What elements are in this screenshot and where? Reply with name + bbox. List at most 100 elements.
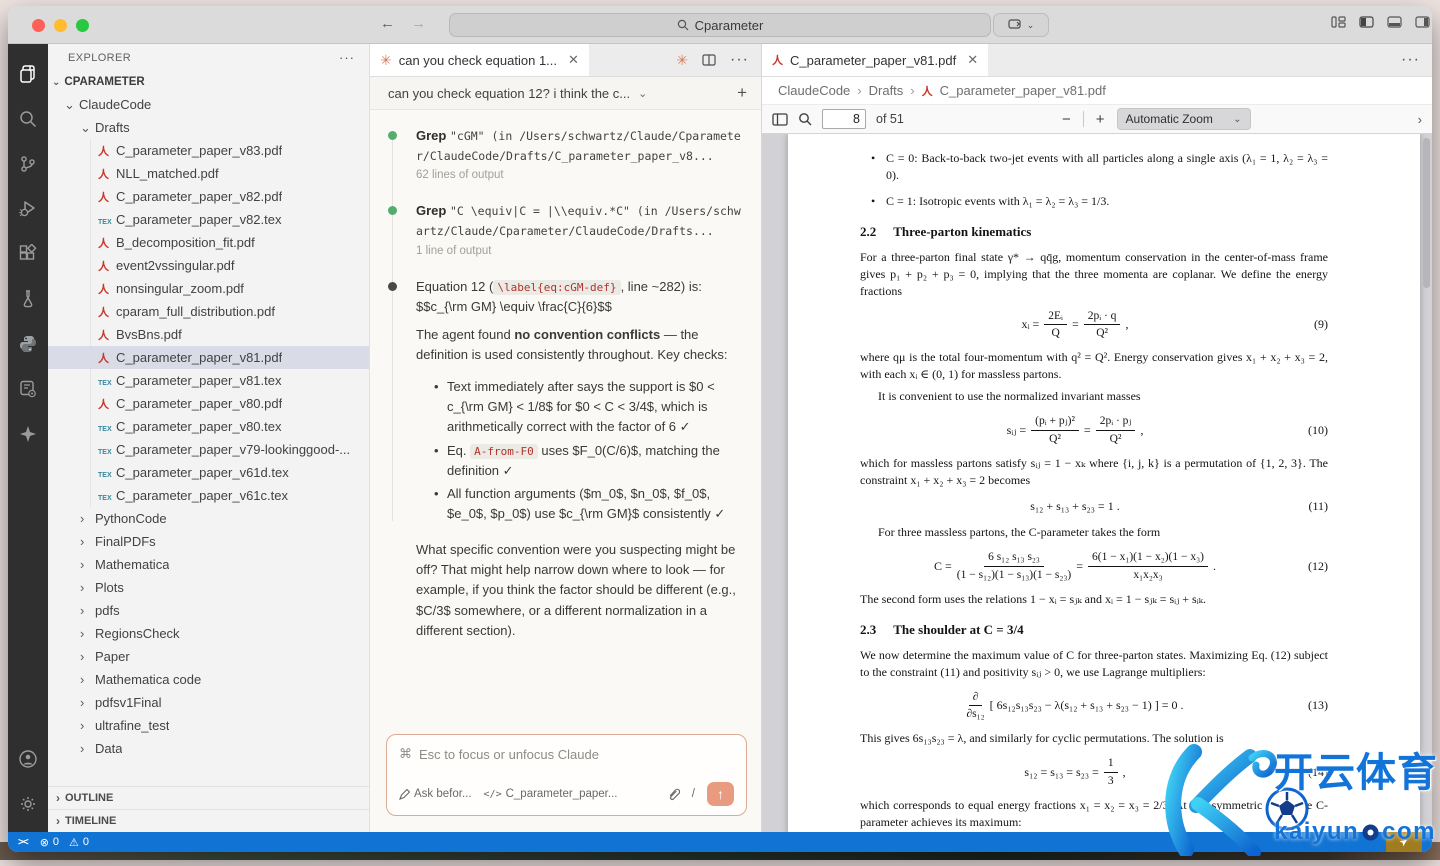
remote-indicator-icon[interactable]: >< [18, 837, 29, 848]
file-tree-row[interactable]: NLL_matched.pdf [48, 162, 369, 185]
context-file-button[interactable]: </> C_parameter_paper... [484, 788, 618, 800]
workspace-root-row[interactable]: ⌄ CPARAMETER [48, 71, 369, 93]
tool-call-item[interactable]: Grep "C \equiv|C = |\\equiv.*C" (in /Use… [388, 201, 745, 257]
file-tree-row[interactable]: pdfsv1Final [48, 691, 369, 714]
tool-status-dot-icon [388, 131, 397, 140]
file-tree-row[interactable]: BvsBns.pdf [48, 323, 369, 346]
zoom-out-button[interactable]: − [1062, 111, 1071, 128]
zoom-in-button[interactable]: + [1096, 111, 1105, 128]
toggle-primary-sidebar-icon[interactable] [1359, 16, 1374, 28]
run-debug-activity-icon[interactable] [8, 186, 48, 231]
pdf-line: which for massless partons satisfy sᵢⱼ =… [860, 455, 1328, 489]
file-tree-row[interactable]: C_parameter_paper_v80.pdf [48, 392, 369, 415]
minimize-traffic-light[interactable] [54, 19, 67, 32]
file-tree-row[interactable]: pdfs [48, 599, 369, 622]
more-actions-icon[interactable]: ··· [1401, 51, 1420, 69]
breadcrumb: ClaudeCode › Drafts › C_parameter_paper_… [762, 77, 1432, 104]
toggle-pdf-sidebar-icon[interactable] [772, 112, 788, 126]
file-tree-row[interactable]: ultrafine_test [48, 714, 369, 737]
close-traffic-light[interactable] [32, 19, 45, 32]
tool-args: "cGM" (in /Users/schwartz/Claude/Cparame… [416, 129, 741, 164]
new-conversation-button[interactable]: + [737, 83, 747, 103]
python-activity-icon[interactable] [8, 321, 48, 366]
customize-layout-icon[interactable] [1331, 16, 1346, 28]
chat-tab[interactable]: ✳ can you check equation 1... ✕ [370, 44, 589, 76]
file-tree-row[interactable]: Plots [48, 576, 369, 599]
close-icon[interactable]: ✕ [568, 52, 579, 68]
file-tree-row[interactable]: RegionsCheck [48, 622, 369, 645]
file-tree-row[interactable]: C_parameter_paper_v82.pdf [48, 185, 369, 208]
zoom-traffic-light[interactable] [76, 19, 89, 32]
file-tree-row[interactable]: C_parameter_paper_v81.pdf [48, 346, 369, 369]
explorer-more-actions-icon[interactable]: ··· [339, 50, 355, 65]
pdf-viewer-area[interactable]: C = 0: Back-to-back two-jet events with … [762, 134, 1432, 832]
pdf-scrollbar-thumb[interactable] [1423, 138, 1430, 288]
folder-chevron-icon [80, 672, 95, 687]
search-activity-icon[interactable] [8, 96, 48, 141]
file-tree-row[interactable]: Paper [48, 645, 369, 668]
file-name-label: BvsBns.pdf [116, 327, 182, 342]
pdf-line: For three massless partons, the C-parame… [860, 524, 1328, 541]
toggle-panel-icon[interactable] [1387, 16, 1402, 28]
file-tree-row[interactable]: nonsingular_zoom.pdf [48, 277, 369, 300]
command-center-search[interactable]: Cparameter [449, 13, 991, 37]
file-tree-row[interactable]: Drafts [48, 116, 369, 139]
file-tree-row[interactable]: B_decomposition_fit.pdf [48, 231, 369, 254]
file-name-label: cparam_full_distribution.pdf [116, 304, 275, 319]
file-tree-row[interactable]: ClaudeCode [48, 93, 369, 116]
outline-section-header[interactable]: › OUTLINE [48, 786, 369, 809]
file-tree-row[interactable]: C_parameter_paper_v80.tex [48, 415, 369, 438]
close-icon[interactable]: ✕ [967, 52, 978, 68]
claude-input-box[interactable]: ⌘ Esc to focus or unfocus Claude Ask bef… [386, 734, 747, 816]
file-tree-row[interactable]: event2vssingular.pdf [48, 254, 369, 277]
file-tree-row[interactable]: C_parameter_paper_v81.tex [48, 369, 369, 392]
file-type-icon [98, 258, 116, 274]
breadcrumb-item[interactable]: C_parameter_paper_v81.pdf [940, 83, 1106, 98]
file-tree-row[interactable]: C_parameter_paper_v61c.tex [48, 484, 369, 507]
account-icon[interactable] [8, 736, 48, 781]
file-tree-row[interactable]: C_parameter_paper_v83.pdf [48, 139, 369, 162]
page-number-input[interactable] [822, 109, 866, 129]
timeline-section-header[interactable]: › TIMELINE [48, 809, 369, 832]
file-tree-row[interactable]: cparam_full_distribution.pdf [48, 300, 369, 323]
split-editor-icon[interactable] [702, 54, 716, 66]
settings-gear-icon[interactable] [8, 781, 48, 826]
pdf-line: C = 6 s₁₂ s₁₃ s₂₃ (1 − s₁₂)(1 − s₁₃)(1 − s… [860, 550, 1328, 582]
chat-transcript[interactable]: Grep "cGM" (in /Users/schwartz/Claude/Cp… [370, 110, 761, 724]
file-tree-row[interactable]: C_parameter_paper_v61d.tex [48, 461, 369, 484]
permission-mode-button[interactable]: Ask befor... [399, 788, 472, 800]
file-tree-row[interactable]: PythonCode [48, 507, 369, 530]
explorer-activity-icon[interactable] [8, 51, 48, 96]
forward-button[interactable]: → [411, 15, 426, 32]
file-tree-row[interactable]: Mathematica [48, 553, 369, 576]
conversation-title[interactable]: can you check equation 12? i think the c… [388, 86, 630, 101]
check-text: Text immediately after says the support … [447, 379, 715, 435]
new-claude-chat-icon[interactable]: ✳ [676, 52, 688, 69]
more-actions-icon[interactable]: ··· [730, 51, 749, 69]
file-tree-row[interactable]: C_parameter_paper_v79-lookinggood-... [48, 438, 369, 461]
file-tree-row[interactable]: Data [48, 737, 369, 760]
breadcrumb-item[interactable]: Drafts [869, 83, 904, 98]
source-control-activity-icon[interactable] [8, 141, 48, 186]
file-tree-row[interactable]: FinalPDFs [48, 530, 369, 553]
slash-command-button[interactable]: / [692, 788, 695, 800]
problems-status-item[interactable]: ⊗ 0 ⚠ 0 [40, 836, 89, 849]
breadcrumb-item[interactable]: ClaudeCode [778, 83, 850, 98]
toggle-secondary-sidebar-icon[interactable] [1415, 16, 1430, 28]
notebook-tools-activity-icon[interactable] [8, 366, 48, 411]
chevron-down-icon[interactable]: ⌄ [638, 87, 647, 100]
testing-activity-icon[interactable] [8, 276, 48, 321]
send-button[interactable]: ↑ [707, 782, 734, 806]
pdf-find-icon[interactable] [798, 112, 812, 126]
file-tree-row[interactable]: C_parameter_paper_v82.tex [48, 208, 369, 231]
claude-sparkle-activity-icon[interactable] [8, 411, 48, 456]
session-switcher-button[interactable]: ⌄ [993, 13, 1049, 37]
toolbar-overflow-chevron-icon[interactable]: › [1418, 112, 1422, 127]
attach-paperclip-icon[interactable] [667, 787, 680, 801]
file-tree-row[interactable]: Mathematica code [48, 668, 369, 691]
tool-call-item[interactable]: Grep "cGM" (in /Users/schwartz/Claude/Cp… [388, 126, 745, 181]
pdf-tab[interactable]: C_parameter_paper_v81.pdf ✕ [762, 44, 989, 76]
zoom-level-select[interactable]: Automatic Zoom ⌄ [1116, 108, 1251, 130]
extensions-activity-icon[interactable] [8, 231, 48, 276]
back-button[interactable]: ← [380, 15, 395, 32]
